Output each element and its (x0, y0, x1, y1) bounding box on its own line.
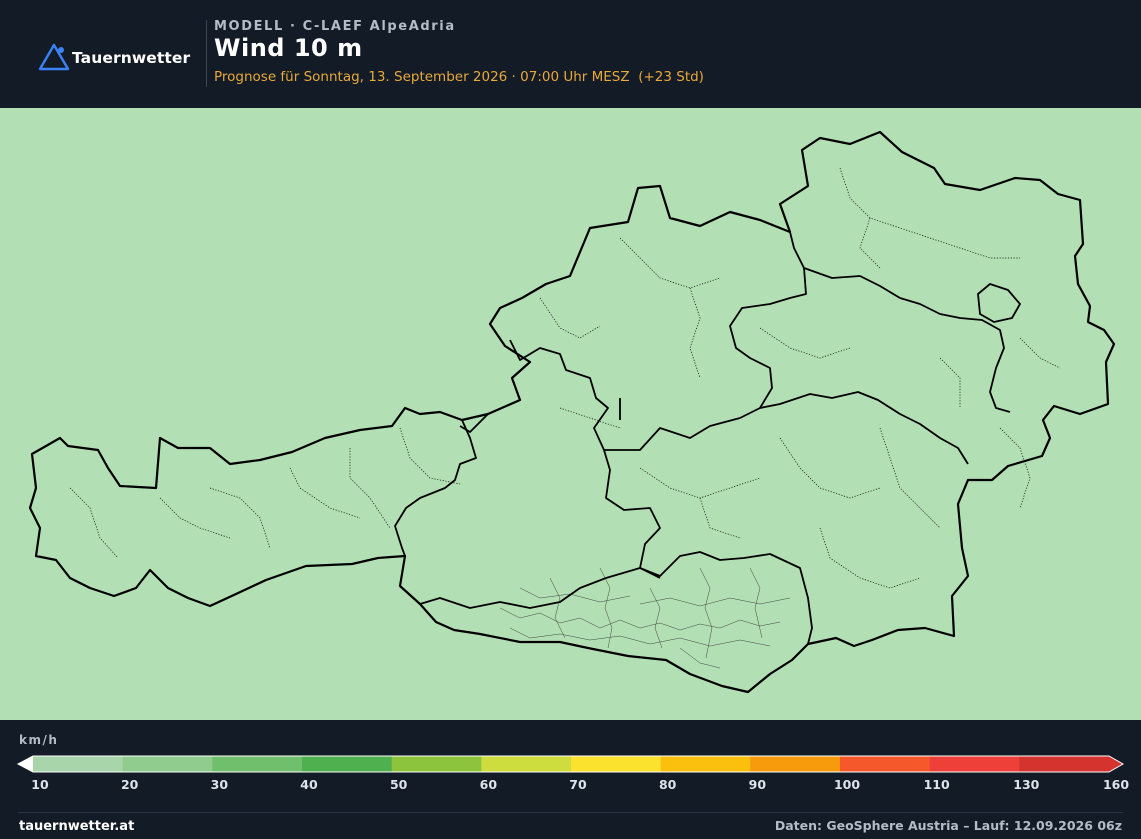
colorbar-tick-label: 60 (479, 777, 498, 792)
brand-name: Tauernwetter (72, 49, 191, 67)
site-link[interactable]: tauernwetter.at (19, 819, 134, 834)
header-divider (206, 20, 207, 87)
colorbar-tick-label: 130 (1013, 777, 1040, 792)
footer-divider (18, 812, 1123, 813)
colorbar-segment (1019, 756, 1110, 772)
colorbar-tick-label: 70 (569, 777, 587, 792)
data-source: Daten: GeoSphere Austria – Lauf: 12.09.2… (774, 818, 1122, 833)
page-title: Wind 10 m (214, 34, 363, 62)
wind-map[interactable] (0, 108, 1141, 720)
colorbar-tick-label: 80 (658, 777, 677, 792)
colorbar-tick-label: 160 (1102, 777, 1130, 792)
colorbar-tick-label: 20 (120, 777, 139, 792)
colorbar-tick-label: 50 (389, 777, 408, 792)
colorbar-segment (122, 756, 213, 772)
colorbar-max-arrow (1109, 756, 1123, 772)
mountain-triangle-icon (38, 43, 70, 71)
colorbar-segment (929, 756, 1020, 772)
wind-field-layer (0, 108, 1141, 720)
legend: km/h 10 20 30 40 50 60 70 80 90 100 110 130 160 taue… (0, 720, 1141, 839)
colorbar-segment (750, 756, 841, 772)
colorbar-segment (571, 756, 662, 772)
colorbar-segment (481, 756, 572, 772)
header: Tauernwetter MODELL · C-LAEF AlpeAdria W… (0, 0, 1141, 108)
colorbar-tick-label: 90 (748, 777, 767, 792)
model-label: MODELL · C-LAEF AlpeAdria (214, 19, 456, 34)
colorbar-tick-label: 100 (833, 777, 861, 792)
brand-logo[interactable]: Tauernwetter (38, 42, 190, 72)
colorbar-tick-label: 40 (300, 777, 318, 792)
colorbar-tick-label: 10 (31, 777, 49, 792)
colorbar-ticks: 10 20 30 40 50 60 70 80 90 100 110 130 160 (0, 777, 1141, 793)
colorbar-min-arrow (18, 756, 33, 772)
colorbar-segment (212, 756, 303, 772)
colorbar (16, 755, 1125, 773)
colorbar-segment (660, 756, 751, 772)
colorbar-tick-label: 30 (210, 777, 229, 792)
colorbar-segment (33, 756, 124, 772)
forecast-time: Prognose für Sonntag, 13. September 2026… (214, 69, 704, 85)
legend-unit: km/h (19, 733, 59, 747)
colorbar-segment (391, 756, 482, 772)
colorbar-tick-label: 110 (923, 777, 950, 792)
colorbar-segment (840, 756, 931, 772)
colorbar-segment (302, 756, 393, 772)
